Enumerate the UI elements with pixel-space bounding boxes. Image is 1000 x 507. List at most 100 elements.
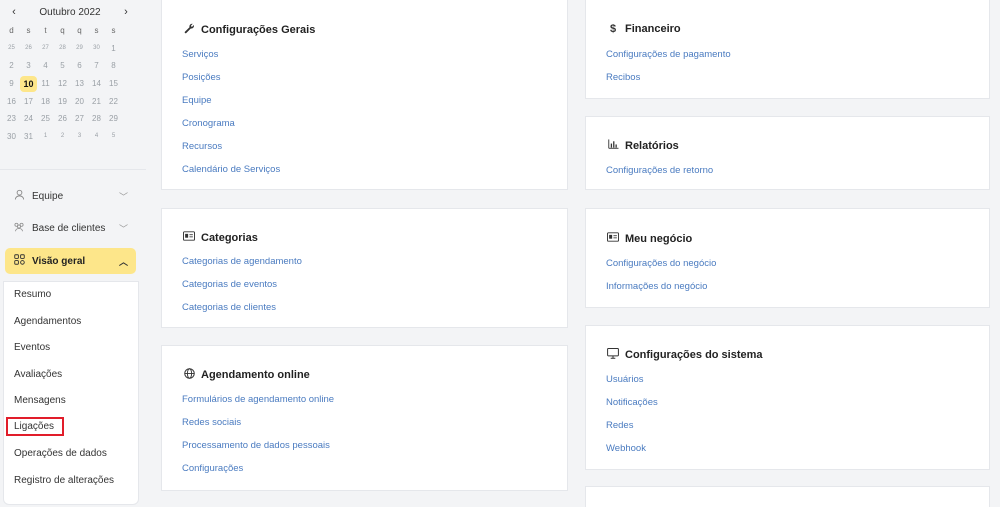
link-usuarios[interactable]: Usuários — [606, 374, 644, 385]
link-redes-sociais[interactable]: Redes sociais — [182, 417, 241, 428]
submenu-item-registro-alteracoes[interactable]: Registro de alterações — [14, 475, 114, 486]
calendar-day[interactable]: 30 — [3, 132, 20, 141]
submenu-item-agendamentos[interactable]: Agendamentos — [14, 316, 81, 327]
calendar-week: 2 3 4 5 6 7 8 — [3, 57, 139, 75]
calendar-day[interactable]: 29 — [71, 45, 88, 51]
submenu-item-operacoes-dados[interactable]: Operações de dados — [14, 448, 107, 459]
calendar-day[interactable]: 21 — [88, 97, 105, 106]
sidebar-item-base-clientes[interactable]: Base de clientes ﹀ — [5, 215, 136, 241]
calendar-day[interactable]: 23 — [3, 114, 20, 123]
link-recursos[interactable]: Recursos — [182, 141, 222, 152]
link-webhook[interactable]: Webhook — [606, 443, 646, 454]
sidebar-item-visao-geral[interactable]: Visão geral ︿ — [5, 248, 136, 274]
submenu-item-resumo[interactable]: Resumo — [14, 289, 51, 300]
calendar-day[interactable]: 31 — [20, 132, 37, 141]
sidebar: ‹ Outubro 2022 › d s t q q s s 25 26 27 … — [0, 0, 146, 507]
calendar-day[interactable]: 4 — [37, 61, 54, 70]
calendar-day[interactable]: 30 — [88, 45, 105, 51]
calendar-day[interactable]: 4 — [88, 133, 105, 139]
submenu-item-eventos[interactable]: Eventos — [14, 342, 50, 353]
calendar-day[interactable]: 26 — [20, 45, 37, 51]
visao-geral-submenu: Resumo Agendamentos Eventos Avaliações M… — [3, 281, 139, 505]
calendar-day[interactable]: 27 — [71, 114, 88, 123]
card-configuracoes-sistema: Configurações do sistema Usuários Notifi… — [585, 325, 990, 470]
calendar-day[interactable]: 7 — [88, 61, 105, 70]
mini-calendar: ‹ Outubro 2022 › d s t q q s s 25 26 27 … — [0, 0, 146, 170]
link-posicoes[interactable]: Posições — [182, 72, 221, 83]
weekday-label: d — [9, 26, 14, 36]
link-redes[interactable]: Redes — [606, 420, 633, 431]
calendar-day[interactable]: 14 — [88, 79, 105, 88]
card-title-text: Relatórios — [625, 139, 679, 152]
link-informacoes-negocio[interactable]: Informações do negócio — [606, 281, 707, 292]
calendar-day[interactable]: 1 — [105, 44, 122, 53]
link-configuracoes-retorno[interactable]: Configurações de retorno — [606, 165, 713, 176]
link-servicos[interactable]: Serviços — [182, 49, 218, 60]
calendar-day[interactable]: 16 — [3, 97, 20, 106]
calendar-day[interactable]: 3 — [71, 133, 88, 139]
link-categorias-eventos[interactable]: Categorias de eventos — [182, 279, 277, 290]
calendar-day[interactable]: 5 — [105, 133, 122, 139]
calendar-day[interactable]: 11 — [37, 79, 54, 88]
calendar-day[interactable]: 26 — [54, 114, 71, 123]
calendar-day[interactable]: 19 — [54, 97, 71, 106]
calendar-day[interactable]: 2 — [3, 61, 20, 70]
card-relatorios: Relatórios Configurações de retorno — [585, 116, 990, 190]
calendar-day[interactable]: 5 — [54, 61, 71, 70]
calendar-day[interactable]: 8 — [105, 61, 122, 70]
prev-month-icon[interactable]: ‹ — [8, 6, 20, 18]
link-processamento-dados[interactable]: Processamento de dados pessoais — [182, 440, 330, 451]
link-equipe[interactable]: Equipe — [182, 95, 212, 106]
calendar-day-selected[interactable]: 10 — [20, 75, 37, 92]
card-categorias: Categorias Categorias de agendamento Cat… — [161, 208, 568, 328]
link-cronograma[interactable]: Cronograma — [182, 118, 235, 129]
calendar-day[interactable]: 22 — [105, 97, 122, 106]
link-calendario-servicos[interactable]: Calendário de Serviços — [182, 164, 280, 175]
calendar-day[interactable]: 24 — [20, 114, 37, 123]
calendar-day[interactable]: 9 — [3, 79, 20, 88]
next-month-icon[interactable]: › — [120, 6, 132, 18]
calendar-week: 9 10 11 12 13 14 15 — [3, 75, 139, 93]
calendar-day[interactable]: 27 — [37, 45, 54, 51]
link-configuracoes-pagamento[interactable]: Configurações de pagamento — [606, 49, 731, 60]
calendar-day[interactable]: 15 — [105, 79, 122, 88]
calendar-day[interactable]: 25 — [3, 45, 20, 51]
link-configuracoes[interactable]: Configurações — [182, 463, 243, 474]
weekday-label: s — [94, 26, 99, 36]
wrench-icon — [182, 23, 196, 37]
calendar-day[interactable]: 25 — [37, 114, 54, 123]
link-categorias-agendamento[interactable]: Categorias de agendamento — [182, 256, 302, 267]
calendar-day[interactable]: 18 — [37, 97, 54, 106]
calendar-day[interactable]: 6 — [71, 61, 88, 70]
calendar-day[interactable]: 3 — [20, 61, 37, 70]
link-recibos[interactable]: Recibos — [606, 72, 640, 83]
submenu-item-avaliacoes[interactable]: Avaliações — [14, 369, 62, 380]
calendar-day[interactable]: 13 — [71, 79, 88, 88]
sidebar-item-equipe[interactable]: Equipe ﹀ — [5, 183, 136, 209]
weekday-label: q — [77, 26, 82, 36]
submenu-item-ligacoes[interactable]: Ligações — [5, 417, 65, 436]
card-title-text: Categorias — [201, 231, 258, 244]
dollar-icon: $ — [609, 23, 617, 35]
card-title-text: Configurações Gerais — [201, 24, 316, 36]
calendar-day[interactable]: 28 — [88, 114, 105, 123]
calendar-day[interactable]: 28 — [54, 45, 71, 51]
link-notificacoes[interactable]: Notificações — [606, 397, 658, 408]
calendar-day[interactable]: 29 — [105, 114, 122, 123]
calendar-day[interactable]: 20 — [71, 97, 88, 106]
sidebar-item-label: Visão geral — [32, 255, 86, 267]
calendar-day[interactable]: 1 — [37, 133, 54, 139]
submenu-item-mensagens[interactable]: Mensagens — [14, 395, 66, 406]
link-categorias-clientes[interactable]: Categorias de clientes — [182, 302, 276, 313]
card-title: Configurações do sistema — [606, 348, 763, 362]
link-formularios-agendamento[interactable]: Formulários de agendamento online — [182, 394, 334, 405]
card-title-text: Agendamento online — [201, 369, 310, 381]
calendar-day[interactable]: 12 — [54, 79, 71, 88]
sidebar-item-label: Equipe — [32, 190, 64, 202]
calendar-day[interactable]: 17 — [20, 97, 37, 106]
card-title-text: Financeiro — [625, 23, 681, 35]
calendar-day[interactable]: 2 — [54, 133, 71, 139]
link-configuracoes-negocio[interactable]: Configurações do negócio — [606, 258, 716, 269]
calendar-header: ‹ Outubro 2022 › — [8, 5, 132, 19]
card-title: Categorias — [182, 231, 258, 244]
